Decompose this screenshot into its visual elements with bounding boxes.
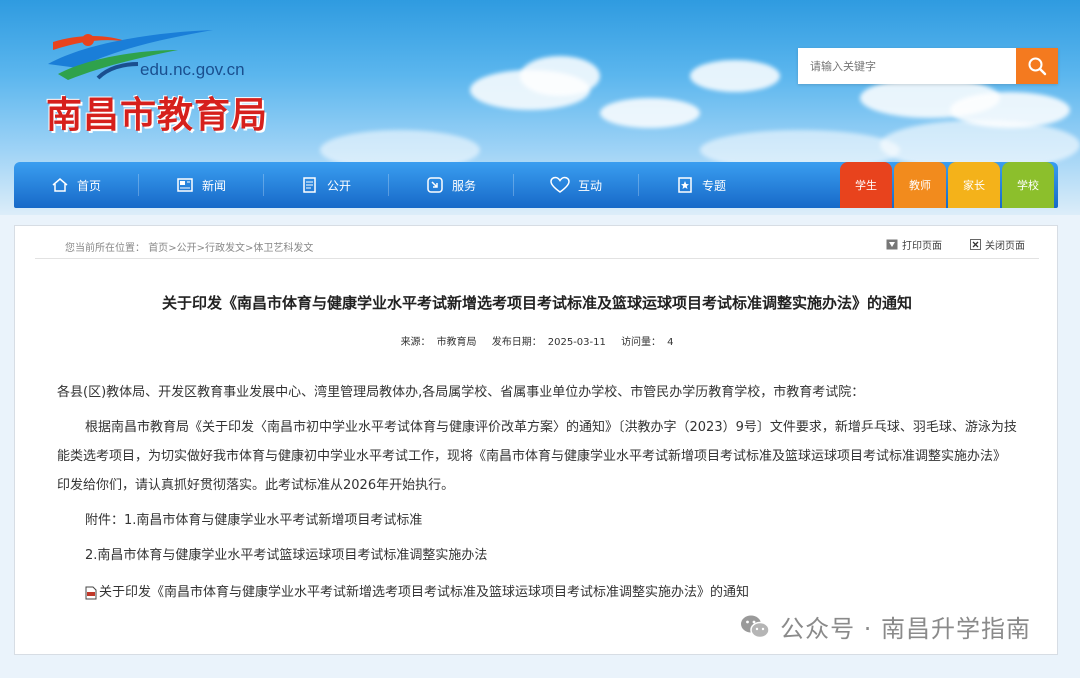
nav-item-label: 互动: [577, 178, 602, 193]
nav-item-service[interactable]: 服务: [389, 162, 513, 208]
nav-item-topic[interactable]: 专题: [639, 162, 763, 208]
role-tab-parent[interactable]: 家长: [948, 162, 1000, 208]
breadcrumb-item-home[interactable]: 首页: [148, 243, 168, 254]
breadcrumb-prefix: 您当前所在位置：: [65, 243, 145, 254]
breadcrumb-separator: >: [168, 243, 177, 254]
page-tools: 打印页面 关闭页面: [886, 237, 1025, 252]
nav-item-public[interactable]: 公开: [264, 162, 388, 208]
breadcrumb-bar: 您当前所在位置： 首页>公开>行政发文>体卫艺科发文 打印页面 关闭页面: [35, 232, 1039, 259]
role-tabs: 学生 教师 家长 学校: [838, 162, 1054, 208]
home-icon: [51, 176, 69, 194]
search-box: [798, 48, 1058, 84]
heart-icon: [550, 176, 570, 194]
role-tab-teacher[interactable]: 教师: [894, 162, 946, 208]
nav-item-label: 新闻: [201, 178, 226, 193]
article-body: 各县(区)教体局、开发区教育事业发展中心、湾里管理局教体办,各局属学校、省属事业…: [57, 378, 1017, 607]
nav-item-label: 首页: [76, 178, 101, 193]
source-value: 市教育局: [436, 337, 477, 348]
nav-item-news[interactable]: 新闻: [139, 162, 263, 208]
breadcrumb-separator: >: [196, 243, 205, 254]
print-icon: [886, 239, 898, 250]
date-label: 发布日期：: [491, 337, 542, 348]
nav-item-label: 服务: [451, 178, 476, 193]
print-page-label: 打印页面: [902, 241, 942, 252]
article-meta: 来源： 市教育局 发布日期： 2025-03-11 访问量： 4: [15, 333, 1059, 348]
close-page-label: 关闭页面: [985, 241, 1025, 252]
document-file-icon: [85, 586, 97, 599]
attachment-link-text: 关于印发《南昌市体育与健康学业水平考试新增选考项目考试标准及篮球运球项目考试标准…: [99, 585, 750, 600]
breadcrumb-item-admin-docs[interactable]: 行政发文: [205, 243, 245, 254]
close-page-button[interactable]: 关闭页面: [970, 237, 1025, 252]
news-icon: [176, 176, 194, 194]
article-title: 关于印发《南昌市体育与健康学业水平考试新增选考项目考试标准及篮球运球项目考试标准…: [161, 294, 912, 312]
main-nav: 首页 新闻 公开 服务 互动 专题 学生 教师 家长 学校: [14, 162, 1058, 208]
nav-item-home[interactable]: 首页: [14, 162, 138, 208]
nav-item-label: 专题: [701, 178, 726, 193]
visits-value: 4: [667, 337, 674, 348]
watermark: 公众号 · 南昌升学指南: [740, 609, 1031, 644]
search-button[interactable]: [1016, 48, 1058, 84]
close-icon: [970, 239, 981, 250]
date-value: 2025-03-11: [547, 337, 606, 348]
source-label: 来源：: [400, 337, 431, 348]
role-tab-student[interactable]: 学生: [840, 162, 892, 208]
attachment-1: 附件：1.南昌市体育与健康学业水平考试新增项目考试标准: [85, 513, 423, 528]
document-icon: [301, 176, 319, 194]
site-title: 南昌市教育局: [46, 94, 269, 136]
site-domain: edu.nc.gov.cn: [140, 60, 245, 79]
topic-icon: [676, 176, 694, 194]
article-panel: 您当前所在位置： 首页>公开>行政发文>体卫艺科发文 打印页面 关闭页面 关于印…: [14, 225, 1058, 655]
search-icon: [1028, 57, 1047, 76]
role-tab-school[interactable]: 学校: [1002, 162, 1054, 208]
watermark-text: 公众号 · 南昌升学指南: [780, 615, 1031, 643]
nav-item-label: 公开: [326, 178, 351, 193]
breadcrumb: 您当前所在位置： 首页>公开>行政发文>体卫艺科发文: [65, 239, 313, 254]
search-input[interactable]: [798, 48, 1016, 84]
print-page-button[interactable]: 打印页面: [886, 237, 942, 252]
main-paragraph: 根据南昌市教育局《关于印发〈南昌市初中学业水平考试体育与健康评价改革方案〉的通知…: [57, 420, 1017, 493]
attachment-download-link[interactable]: 关于印发《南昌市体育与健康学业水平考试新增选考项目考试标准及篮球运球项目考试标准…: [57, 578, 1017, 607]
site-logo[interactable]: edu.nc.gov.cn 南昌市教育局: [40, 28, 280, 138]
breadcrumb-item-public[interactable]: 公开: [177, 243, 197, 254]
service-icon: [426, 176, 444, 194]
attachment-2: 2.南昌市体育与健康学业水平考试篮球运球项目考试标准调整实施办法: [85, 548, 488, 563]
addressees: 各县(区)教体局、开发区教育事业发展中心、湾里管理局教体办,各局属学校、省属事业…: [57, 385, 865, 400]
breadcrumb-item-pe-docs[interactable]: 体卫艺科发文: [253, 243, 313, 254]
wechat-icon: [741, 615, 770, 638]
nav-item-interact[interactable]: 互动: [514, 162, 638, 208]
visits-label: 访问量：: [621, 337, 662, 348]
